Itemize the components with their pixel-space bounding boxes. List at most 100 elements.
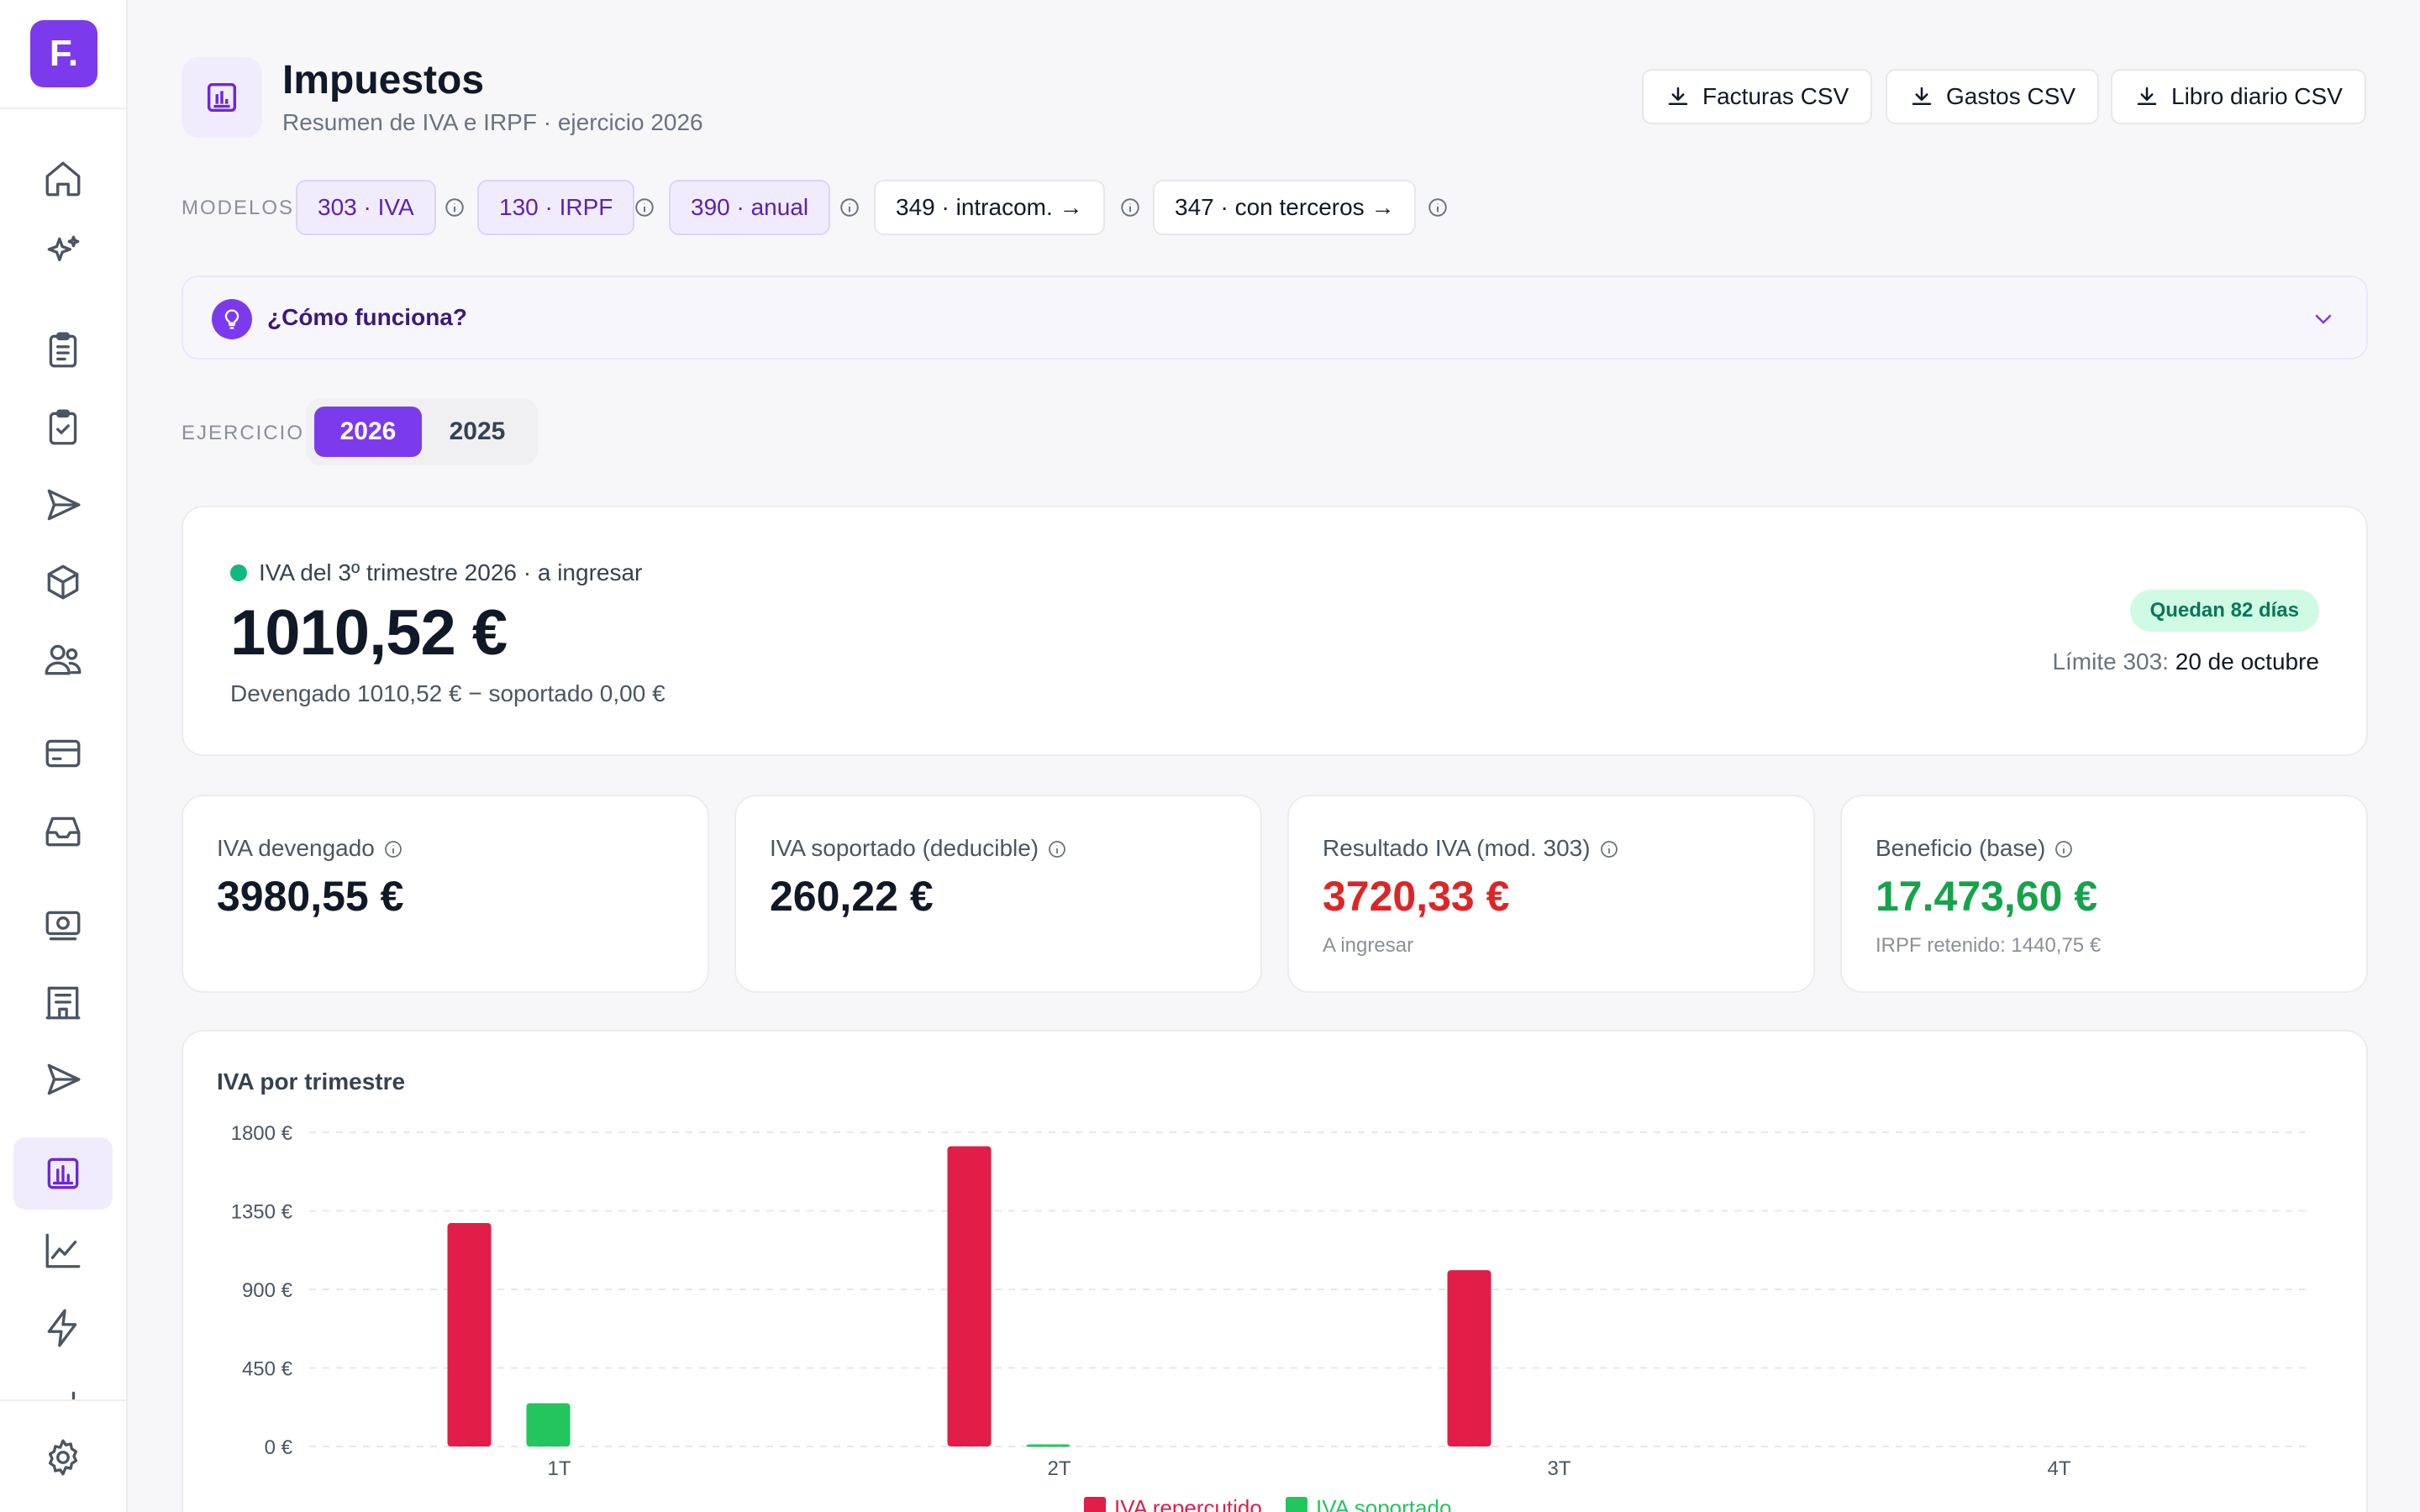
kpi-label-text: IVA devengado bbox=[217, 835, 375, 861]
legend-label: IVA repercutido bbox=[1114, 1495, 1262, 1512]
info-icon[interactable] bbox=[2054, 838, 2074, 858]
download-icon bbox=[2137, 87, 2157, 105]
x-tick-label: 2T bbox=[1047, 1457, 1071, 1480]
quarter-vat-amount: 1010,52 € bbox=[230, 597, 508, 669]
nav-invoices[interactable] bbox=[13, 314, 113, 386]
legend-swatch bbox=[1084, 1497, 1106, 1512]
status-dot bbox=[230, 564, 247, 581]
deadline-text: Límite 303: 20 de octubre bbox=[2052, 648, 2319, 675]
info-icon[interactable] bbox=[1427, 197, 1449, 218]
nav-assistant[interactable] bbox=[13, 217, 113, 289]
models-label: MODELOS bbox=[182, 197, 295, 219]
vat-by-quarter-chart: 0 € 450 € 900 € 1350 € 1800 € 1T 2T 3T 4T IVA rep… bbox=[231, 1122, 2309, 1512]
sparkles-icon bbox=[47, 235, 80, 261]
days-left-badge: Quedan 82 días bbox=[2129, 590, 2319, 632]
kpi-value: 17.473,60 € bbox=[1876, 873, 2098, 920]
legend-swatch bbox=[1286, 1497, 1307, 1512]
nav-automations[interactable] bbox=[13, 1292, 113, 1364]
nav-taxes[interactable] bbox=[13, 1137, 113, 1210]
export-expenses-button[interactable]: Gastos CSV bbox=[1886, 69, 2100, 124]
export-label: Libro diario CSV bbox=[2171, 83, 2343, 109]
home-icon bbox=[45, 161, 81, 197]
nav-send[interactable] bbox=[13, 469, 113, 541]
chip-model-130[interactable]: 130 · IRPF bbox=[477, 180, 635, 235]
y-tick-label: 900 € bbox=[242, 1279, 293, 1302]
y-tick-label: 1800 € bbox=[231, 1122, 293, 1145]
page-title: Impuestos bbox=[282, 58, 485, 102]
info-icon[interactable] bbox=[444, 197, 466, 218]
bolt-icon bbox=[47, 1309, 77, 1347]
bar-chart-icon bbox=[71, 1391, 76, 1399]
x-tick-label: 1T bbox=[547, 1457, 571, 1480]
info-icon[interactable] bbox=[1119, 197, 1141, 218]
nav-payments[interactable] bbox=[13, 717, 113, 790]
export-label: Gastos CSV bbox=[1946, 83, 2076, 109]
clipboard-check-icon bbox=[49, 409, 77, 445]
nav-quotes[interactable] bbox=[13, 391, 113, 464]
chip-model-347[interactable]: 347 · con terceros → bbox=[1153, 180, 1417, 235]
nav-suppliers[interactable] bbox=[13, 966, 113, 1038]
info-icon[interactable] bbox=[1599, 838, 1619, 858]
y-tick-label: 0 € bbox=[265, 1436, 293, 1459]
nav-inbox[interactable] bbox=[13, 795, 113, 867]
sidebar-divider bbox=[0, 108, 128, 109]
export-invoices-button[interactable]: Facturas CSV bbox=[1642, 69, 1873, 124]
deadline-label: Límite 303: bbox=[2052, 648, 2169, 675]
banknote-icon bbox=[45, 911, 81, 941]
kpi-vat-result: Resultado IVA (mod. 303) 3720,33 € A ing… bbox=[1287, 795, 1815, 993]
kpi-profit: Beneficio (base) 17.473,60 € IRPF reteni… bbox=[1840, 795, 2368, 993]
kpi-value: 3980,55 € bbox=[217, 873, 404, 920]
kpi-vat-accrued: IVA devengado 3980,55 € bbox=[182, 795, 709, 993]
chip-model-303[interactable]: 303 · IVA bbox=[296, 180, 436, 235]
nav-clients[interactable] bbox=[13, 623, 113, 696]
year-option-2025[interactable]: 2025 bbox=[424, 407, 531, 457]
settings-icon bbox=[48, 1439, 78, 1476]
quarter-vat-label: IVA del 3º trimestre 2026 · a ingresar bbox=[259, 559, 643, 585]
box-icon bbox=[47, 564, 79, 600]
building-icon bbox=[45, 986, 81, 1020]
deadline-value: 20 de octubre bbox=[2175, 648, 2319, 675]
y-tick-label: 450 € bbox=[242, 1358, 293, 1381]
nav-settings[interactable] bbox=[13, 1421, 113, 1494]
legend-label: IVA soportado bbox=[1316, 1495, 1451, 1512]
page-icon bbox=[182, 57, 262, 138]
bar-soportado bbox=[526, 1403, 571, 1446]
chip-model-349[interactable]: 349 · intracom. → bbox=[874, 180, 1105, 235]
nav-home[interactable] bbox=[13, 143, 113, 215]
year-label: EJERCICIO bbox=[182, 422, 305, 444]
info-icon[interactable] bbox=[634, 197, 655, 218]
main-content: Impuestos Resumen de IVA e IRPF · ejerci… bbox=[128, 0, 2420, 1512]
users-icon bbox=[45, 644, 82, 675]
bar-repercutido bbox=[1447, 1270, 1491, 1446]
quarter-vat-card: IVA del 3º trimestre 2026 · a ingresar 1… bbox=[182, 506, 2368, 756]
kpi-label: Beneficio (base) bbox=[1876, 835, 2074, 862]
x-tick-label: 3T bbox=[1547, 1457, 1570, 1480]
nav-reports[interactable] bbox=[13, 1361, 113, 1399]
how-it-works-accordion[interactable]: ¿Cómo funciona? bbox=[182, 276, 2368, 360]
report-icon bbox=[207, 82, 237, 113]
export-journal-button[interactable]: Libro diario CSV bbox=[2111, 69, 2366, 124]
kpi-label-text: Resultado IVA (mod. 303) bbox=[1323, 835, 1591, 861]
chip-model-390[interactable]: 390 · anual bbox=[669, 180, 831, 235]
credit-card-icon bbox=[45, 739, 81, 768]
info-icon[interactable] bbox=[1047, 838, 1067, 858]
info-icon[interactable] bbox=[383, 838, 403, 858]
quarter-vat-detail: Devengado 1010,52 € − soportado 0,00 € bbox=[230, 680, 666, 706]
nav-outbox[interactable] bbox=[13, 1043, 113, 1116]
lightbulb-icon bbox=[212, 299, 252, 339]
chevron-down-icon bbox=[2311, 306, 2336, 331]
send-alt-icon bbox=[47, 1063, 81, 1095]
page-subtitle: Resumen de IVA e IRPF · ejercicio 2026 bbox=[282, 109, 703, 135]
kpi-subtext: IRPF retenido: 1440,75 € bbox=[1876, 934, 2102, 957]
app-logo[interactable]: F. bbox=[30, 20, 97, 87]
line-chart-icon bbox=[45, 1233, 81, 1268]
nav-analytics[interactable] bbox=[13, 1215, 113, 1287]
info-icon[interactable] bbox=[839, 197, 860, 218]
kpi-label: Resultado IVA (mod. 303) bbox=[1323, 835, 1619, 862]
kpi-label-text: IVA soportado (deducible) bbox=[770, 835, 1039, 861]
download-icon bbox=[1668, 87, 1688, 105]
nav-expenses[interactable] bbox=[13, 889, 113, 961]
nav-products[interactable] bbox=[13, 546, 113, 618]
kpi-value: 3720,33 € bbox=[1323, 873, 1510, 920]
year-option-2026[interactable]: 2026 bbox=[314, 407, 422, 457]
